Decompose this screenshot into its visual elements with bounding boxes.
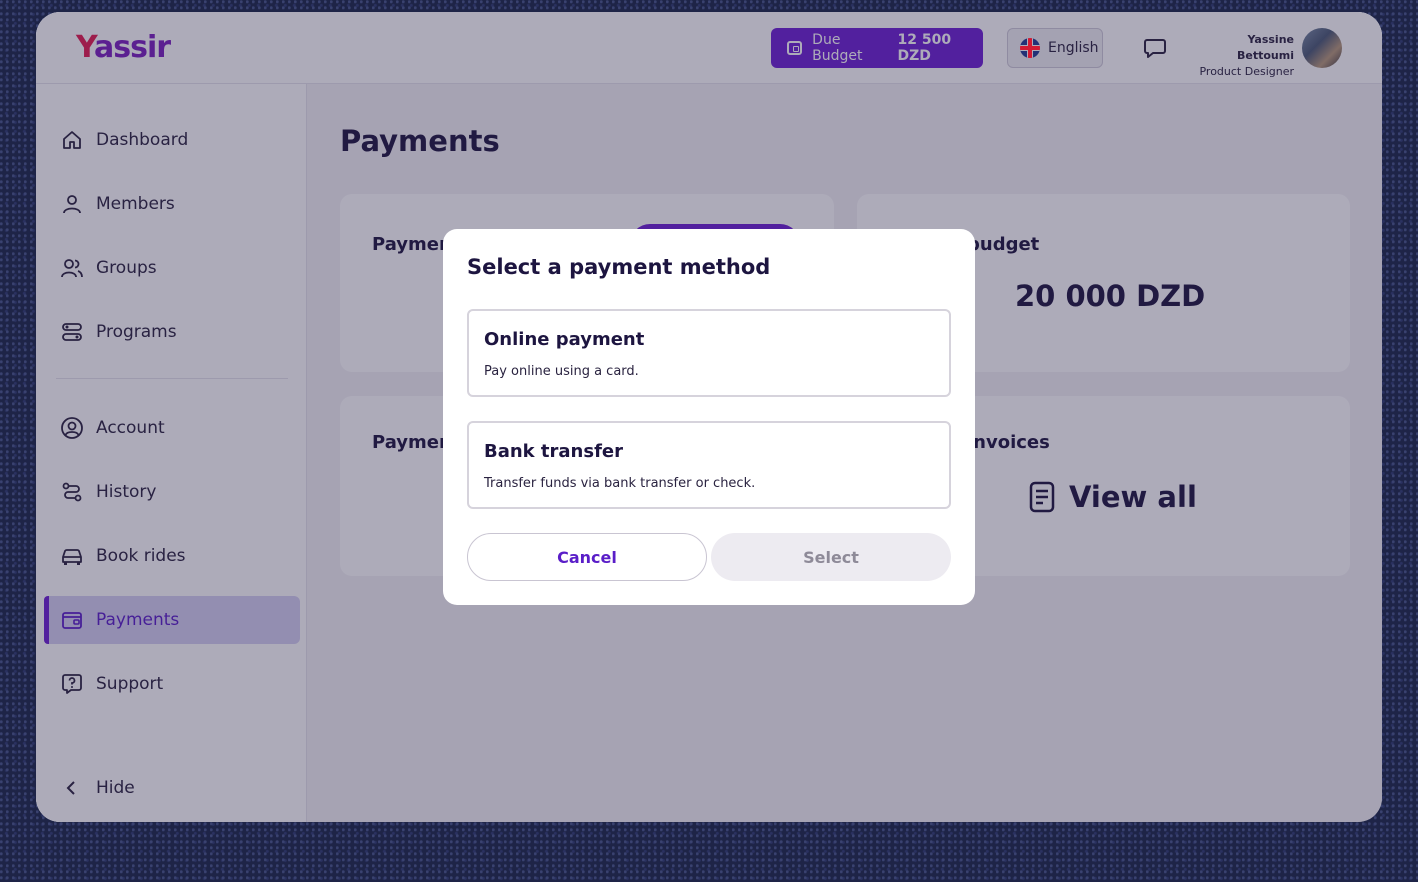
option-description: Transfer funds via bank transfer or chec… xyxy=(484,476,756,491)
option-title: Online payment xyxy=(484,329,645,350)
app-window: Yassir Due Budget 12 500 DZD English Yas… xyxy=(36,12,1382,822)
option-description: Pay online using a card. xyxy=(484,364,639,379)
option-bank-transfer[interactable]: Bank transfer Transfer funds via bank tr… xyxy=(467,421,951,509)
option-online-payment[interactable]: Online payment Pay online using a card. xyxy=(467,309,951,397)
cancel-button[interactable]: Cancel xyxy=(467,533,707,581)
select-button[interactable]: Select xyxy=(711,533,951,581)
option-title: Bank transfer xyxy=(484,441,623,462)
payment-method-dialog: Select a payment method Online payment P… xyxy=(443,229,975,605)
dialog-title: Select a payment method xyxy=(467,255,771,279)
